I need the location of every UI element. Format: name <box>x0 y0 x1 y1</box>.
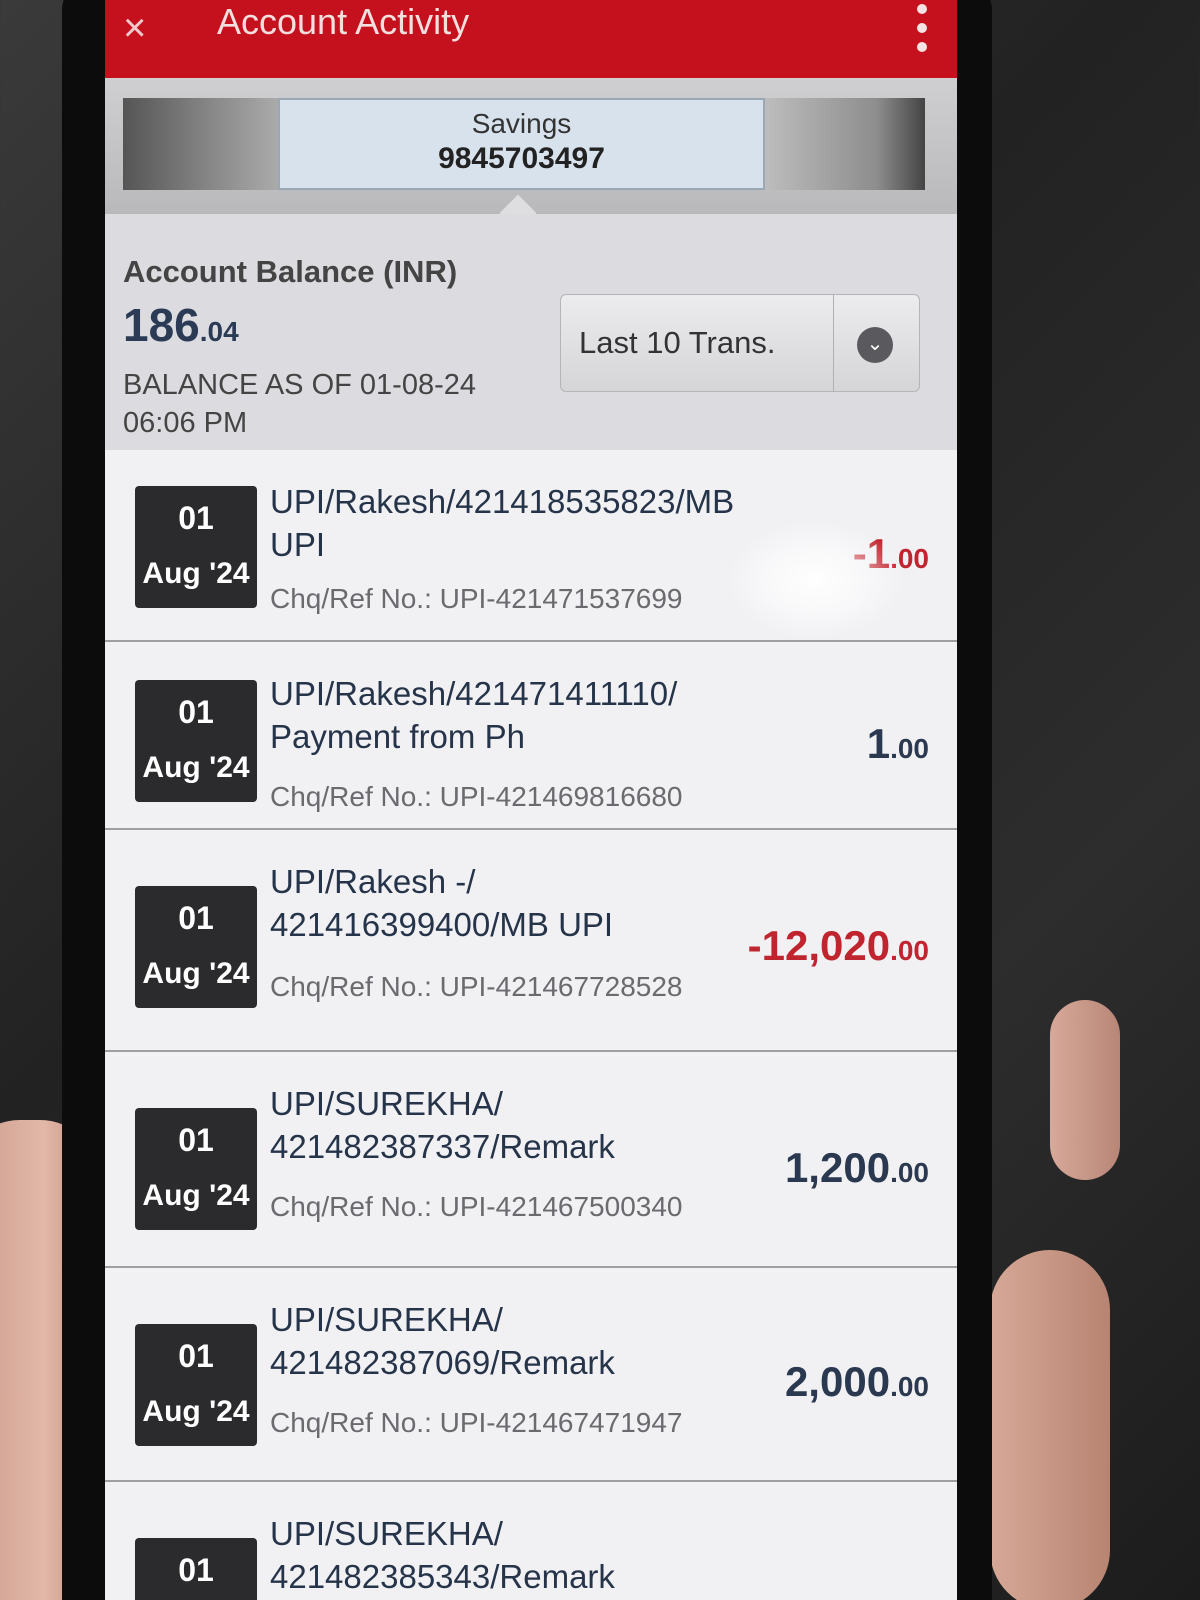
transaction-ref: Chq/Ref No.: UPI-421467728528 <box>270 971 683 1002</box>
transaction-description: UPI/Rakesh/421471411110/ Payment from Ph <box>270 675 678 755</box>
transaction-row[interactable]: 01 Aug '24 UPI/SUREKHA/ 421482387069/Remar… <box>105 1268 957 1482</box>
transaction-description: UPI/SUREKHA/ 421482385343/Remark <box>270 1515 615 1595</box>
transaction-month: Aug '24 <box>142 751 250 784</box>
transaction-date-badge: 01 Aug '24 <box>135 1324 257 1446</box>
transaction-date-badge: 01 <box>135 1538 257 1600</box>
transaction-amount-main: -12,020 <box>747 922 891 969</box>
overflow-menu-icon[interactable] <box>917 4 927 52</box>
transaction-amount-decimal: .00 <box>890 935 929 966</box>
app-header: × Account Activity <box>105 0 957 78</box>
balance-panel: Account Balance (INR) 186.04 BALANCE AS … <box>105 214 957 450</box>
dropdown-divider <box>833 295 834 391</box>
transaction-month: Aug '24 <box>142 557 250 590</box>
transaction-amount: -12,020.00 <box>748 922 929 970</box>
transaction-row[interactable]: 01 UPI/SUREKHA/ 421482385343/Remark <box>105 1482 957 1600</box>
transaction-ref: Chq/Ref No.: UPI-421469816680 <box>270 781 683 812</box>
account-card-next[interactable] <box>765 98 925 190</box>
transaction-day: 01 <box>178 1552 214 1588</box>
transaction-day: 01 <box>178 694 214 730</box>
transaction-amount-main: 1,200 <box>784 1144 891 1191</box>
transaction-description: UPI/SUREKHA/ 421482387337/Remark <box>270 1085 615 1165</box>
transaction-amount: -1.00 <box>853 530 929 578</box>
transaction-description: UPI/Rakesh/421418535823/MB UPI <box>270 483 735 563</box>
account-number: 9845703497 <box>438 142 605 175</box>
transaction-description: UPI/SUREKHA/ 421482387069/Remark <box>270 1301 615 1381</box>
transaction-day: 01 <box>178 900 214 936</box>
account-card-selected[interactable]: Savings 9845703497 <box>278 98 765 190</box>
transaction-month: Aug '24 <box>142 1395 250 1428</box>
transaction-date-badge: 01 Aug '24 <box>135 486 257 608</box>
transaction-row[interactable]: 01 Aug '24 UPI/Rakesh -/ 421416399400/MB U… <box>105 830 957 1052</box>
page-title: Account Activity <box>217 1 470 42</box>
transaction-date-badge: 01 Aug '24 <box>135 1108 257 1230</box>
filter-selected-value: Last 10 Trans. <box>579 325 776 360</box>
transaction-list: 01 Aug '24 UPI/Rakesh/421418535823/MB UPI C… <box>105 450 957 1600</box>
transaction-date-badge: 01 Aug '24 <box>135 680 257 802</box>
close-icon[interactable]: × <box>123 8 146 48</box>
transaction-amount-decimal: .00 <box>890 1157 929 1188</box>
account-type: Savings <box>471 108 572 139</box>
transaction-amount-decimal: .00 <box>890 1371 929 1402</box>
thumb-right <box>990 1250 1110 1600</box>
transaction-row[interactable]: 01 Aug '24 UPI/Rakesh/421418535823/MB UPI C… <box>105 450 957 642</box>
transaction-row[interactable]: 01 Aug '24 UPI/Rakesh/421471411110/ Paymen… <box>105 642 957 830</box>
transaction-amount-main: -1 <box>852 530 891 577</box>
transaction-filter-select[interactable]: Last 10 Trans. ⌄ <box>560 294 920 392</box>
transaction-amount-main: 1 <box>866 720 891 767</box>
transaction-ref: Chq/Ref No.: UPI-421467500340 <box>270 1191 683 1222</box>
transaction-amount: 1.00 <box>867 720 929 768</box>
transaction-day: 01 <box>178 1122 214 1158</box>
balance-as-of: BALANCE AS OF 01-08-24 06:06 PM <box>123 369 476 439</box>
transaction-ref: Chq/Ref No.: UPI-421467471947 <box>270 1407 683 1438</box>
account-card-prev[interactable] <box>123 98 278 190</box>
transaction-month: Aug '24 <box>142 1179 250 1212</box>
transaction-amount: 2,000.00 <box>785 1358 929 1406</box>
transaction-amount-decimal: .00 <box>890 543 929 574</box>
chevron-down-icon[interactable]: ⌄ <box>857 327 893 363</box>
transaction-day: 01 <box>178 1338 214 1374</box>
balance-label: Account Balance (INR) <box>123 254 458 289</box>
app-screen: × Account Activity Savings 9845703497 Ac… <box>105 0 957 1600</box>
transaction-date-badge: 01 Aug '24 <box>135 886 257 1008</box>
balance-amount-decimal: .04 <box>199 316 239 347</box>
balance-amount: 186.04 <box>123 298 239 352</box>
finger-right <box>1050 1000 1120 1180</box>
transaction-ref: Chq/Ref No.: UPI-421471537699 <box>270 583 683 614</box>
transaction-amount-main: 2,000 <box>784 1358 891 1405</box>
transaction-month: Aug '24 <box>142 957 250 990</box>
account-selector: Savings 9845703497 <box>105 78 957 232</box>
transaction-description: UPI/Rakesh -/ 421416399400/MB UPI <box>270 863 614 943</box>
balance-amount-main: 186 <box>123 299 200 351</box>
transaction-amount-decimal: .00 <box>890 733 929 764</box>
transaction-amount: 1,200.00 <box>785 1144 929 1192</box>
transaction-day: 01 <box>178 500 214 536</box>
transaction-row[interactable]: 01 Aug '24 UPI/SUREKHA/ 421482387337/Remar… <box>105 1052 957 1268</box>
